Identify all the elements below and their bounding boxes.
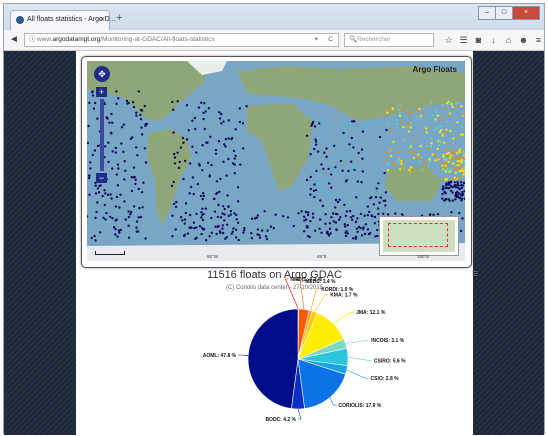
site-info-icon[interactable]: ⓘ xyxy=(29,34,36,46)
pie-slice-aoml[interactable] xyxy=(247,308,299,409)
pie-label-connector xyxy=(329,397,337,406)
pie-label-connector xyxy=(284,278,299,310)
pie-label-bodc: BODC: 4.2 % xyxy=(265,417,296,423)
pie-label-connector xyxy=(297,408,302,420)
argo-favicon-icon xyxy=(16,16,24,24)
search-placeholder: Rechercher xyxy=(357,36,391,43)
url-text[interactable]: www.argodatamgt.org/Monitoring-at-GDAC/A… xyxy=(37,34,215,46)
menu-icon[interactable]: ≡ xyxy=(531,34,546,46)
pie-label-connector xyxy=(347,356,372,361)
tab-all-floats-statistics[interactable]: All floats statistics - Argo D... × xyxy=(10,10,116,30)
search-icon: 🔍 xyxy=(349,36,358,43)
pie-label-connector xyxy=(314,294,329,313)
search-box[interactable]: 🔍 Rechercher xyxy=(344,33,434,47)
pie-label-connector xyxy=(310,288,320,311)
pie-label-coriolis: CORIOLIS: 17.9 % xyxy=(339,403,382,409)
pie-label-connector xyxy=(332,311,355,324)
home-icon[interactable]: ⌂ xyxy=(501,34,516,46)
download-icon[interactable]: ↓ xyxy=(486,34,501,46)
pie-label-meds: MEDS: 3.4 % xyxy=(305,279,336,285)
pie-label-jma: JMA: 12.1 % xyxy=(356,310,386,316)
pie-label-connector xyxy=(299,281,305,310)
page-content: Argo Floats ✥ + − 60°W 45°E 150°E 11516 … xyxy=(76,51,478,435)
address-bar[interactable]: ⓘ www.argodatamgt.org/Monitoring-at-GDAC… xyxy=(24,33,339,47)
browser-window: All floats statistics - Argo D... × + – … xyxy=(3,3,545,435)
pie-label-csiro: CSIRO: 5.6 % xyxy=(374,358,406,364)
pie-label-connector xyxy=(346,369,369,379)
navigation-bar: ◄ ⓘ www.argodatamgt.org/Monitoring-at-GD… xyxy=(4,30,544,51)
minimize-button[interactable]: – xyxy=(478,6,496,20)
pie-label-connector xyxy=(238,354,249,356)
page-background: Argo Floats ✥ + − 60°W 45°E 150°E 11516 … xyxy=(4,51,544,435)
bookmark-star-icon[interactable]: ☆ xyxy=(441,34,456,46)
toolbar-icons: ☆ ☰ ◙ ↓ ⌂ ☻ ≡ xyxy=(441,34,546,46)
pie-label-csio: CSIO: 2.8 % xyxy=(371,376,400,382)
pie-label-incois: INCOIS: 3.1 % xyxy=(371,338,405,344)
tab-close-icon[interactable]: × xyxy=(100,14,105,24)
pocket-icon[interactable]: ◙ xyxy=(471,34,486,46)
pie-chart: NMDIS: 0.2 %MEDS: 3.4 %KORDI: 1.0 %KMA: … xyxy=(203,277,406,423)
reload-icon[interactable]: C xyxy=(328,34,333,46)
new-tab-button[interactable]: + xyxy=(116,13,122,24)
reading-list-icon[interactable]: ☰ xyxy=(456,34,471,46)
tab-strip: All floats statistics - Argo D... × + – … xyxy=(4,4,544,30)
back-arrow-icon[interactable]: ◄ xyxy=(9,34,19,46)
url-dropdown-icon[interactable]: ▾ xyxy=(315,34,318,46)
pie-label-aoml: AOML: 47.8 % xyxy=(203,353,237,359)
window-controls: – □ × xyxy=(478,6,540,20)
chat-icon[interactable]: ☻ xyxy=(516,34,531,46)
maximize-button[interactable]: □ xyxy=(495,6,513,20)
close-window-button[interactable]: × xyxy=(512,6,540,20)
pie-label-kma: KMA: 1.7 % xyxy=(330,292,358,298)
pie-label-connector xyxy=(345,340,370,344)
